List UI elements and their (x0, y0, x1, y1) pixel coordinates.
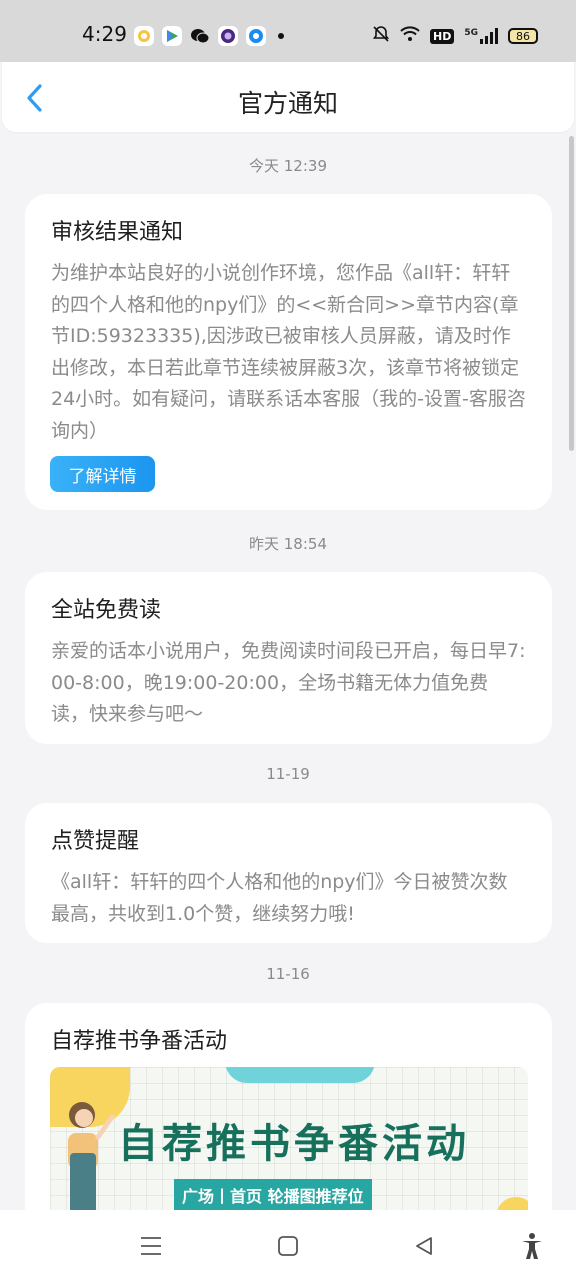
timestamp: 昨天 18:54 (249, 535, 327, 553)
accessibility-icon (522, 1233, 542, 1259)
notification-title: 全站免费读 (51, 598, 162, 623)
girl-illustration-icon (68, 1102, 115, 1213)
timestamp: 11-16 (266, 965, 310, 983)
notification-title: 点赞提醒 (51, 829, 140, 854)
notification-title: 自荐推书争番活动 (51, 1029, 228, 1054)
notification-dot-icon (278, 33, 284, 39)
banner-decoration (225, 1067, 375, 1083)
notification-card[interactable]: 全站免费读 亲爱的话本小说用户，免费阅读时间段已开启，每日早7:00-8:00，… (25, 572, 552, 744)
notification-card[interactable]: 点赞提醒 《all轩：轩轩的四个人格和他的npy们》今日被赞次数最高，共收到1.… (25, 803, 552, 943)
banner-title: 自荐推书争番活动 (118, 1121, 470, 1167)
home-icon (278, 1236, 298, 1256)
notification-title: 审核结果通知 (51, 220, 184, 245)
battery-icon: 86 (508, 28, 538, 44)
app-badge-icon (134, 26, 154, 46)
accessibility-button[interactable] (514, 1228, 550, 1264)
learn-more-button[interactable]: 了解详情 (50, 456, 155, 492)
notification-card[interactable]: 审核结果通知 为维护本站良好的小说创作环境，您作品《all轩：轩轩的四个人格和他… (25, 194, 552, 510)
play-store-icon (162, 26, 182, 46)
app-header: 官方通知 (2, 62, 574, 132)
page-title: 官方通知 (237, 89, 338, 118)
timestamp: 今天 12:39 (249, 157, 327, 175)
scrollbar[interactable] (569, 136, 574, 451)
menu-icon (141, 1237, 161, 1255)
activity-banner[interactable]: 自荐推书争番活动 广场丨首页 轮播图推荐位 (50, 1067, 528, 1227)
mute-bell-icon (372, 25, 390, 47)
purple-app-icon (218, 26, 238, 46)
notification-body: 《all轩：轩轩的四个人格和他的npy们》今日被赞次数最高，共收到1.0个赞，继… (51, 871, 508, 925)
status-bar: 4:29 HD 5G 86 (0, 0, 576, 62)
wechat-icon (190, 26, 210, 46)
blue-app-icon (246, 26, 266, 46)
signal-icon: 5G (464, 28, 498, 44)
status-time: 4:29 (82, 22, 127, 46)
status-app-icons (134, 26, 284, 46)
status-system-icons: HD 5G 86 (372, 25, 538, 47)
home-button[interactable] (270, 1228, 306, 1264)
system-nav-bar (0, 1210, 576, 1280)
menu-button[interactable] (133, 1228, 169, 1264)
network-type-label: 5G (464, 28, 478, 38)
back-triangle-icon (416, 1237, 432, 1255)
notification-body: 亲爱的话本小说用户，免费阅读时间段已开启，每日早7:00-8:00，晚19:00… (51, 640, 526, 725)
nav-back-button[interactable] (406, 1228, 442, 1264)
notification-body: 为维护本站良好的小说创作环境，您作品《all轩：轩轩的四个人格和他的npy们》的… (51, 262, 526, 442)
timestamp: 11-19 (266, 765, 310, 783)
wifi-icon (400, 26, 420, 46)
hd-icon: HD (430, 28, 455, 44)
banner-subtitle: 广场丨首页 轮播图推荐位 (174, 1179, 372, 1211)
